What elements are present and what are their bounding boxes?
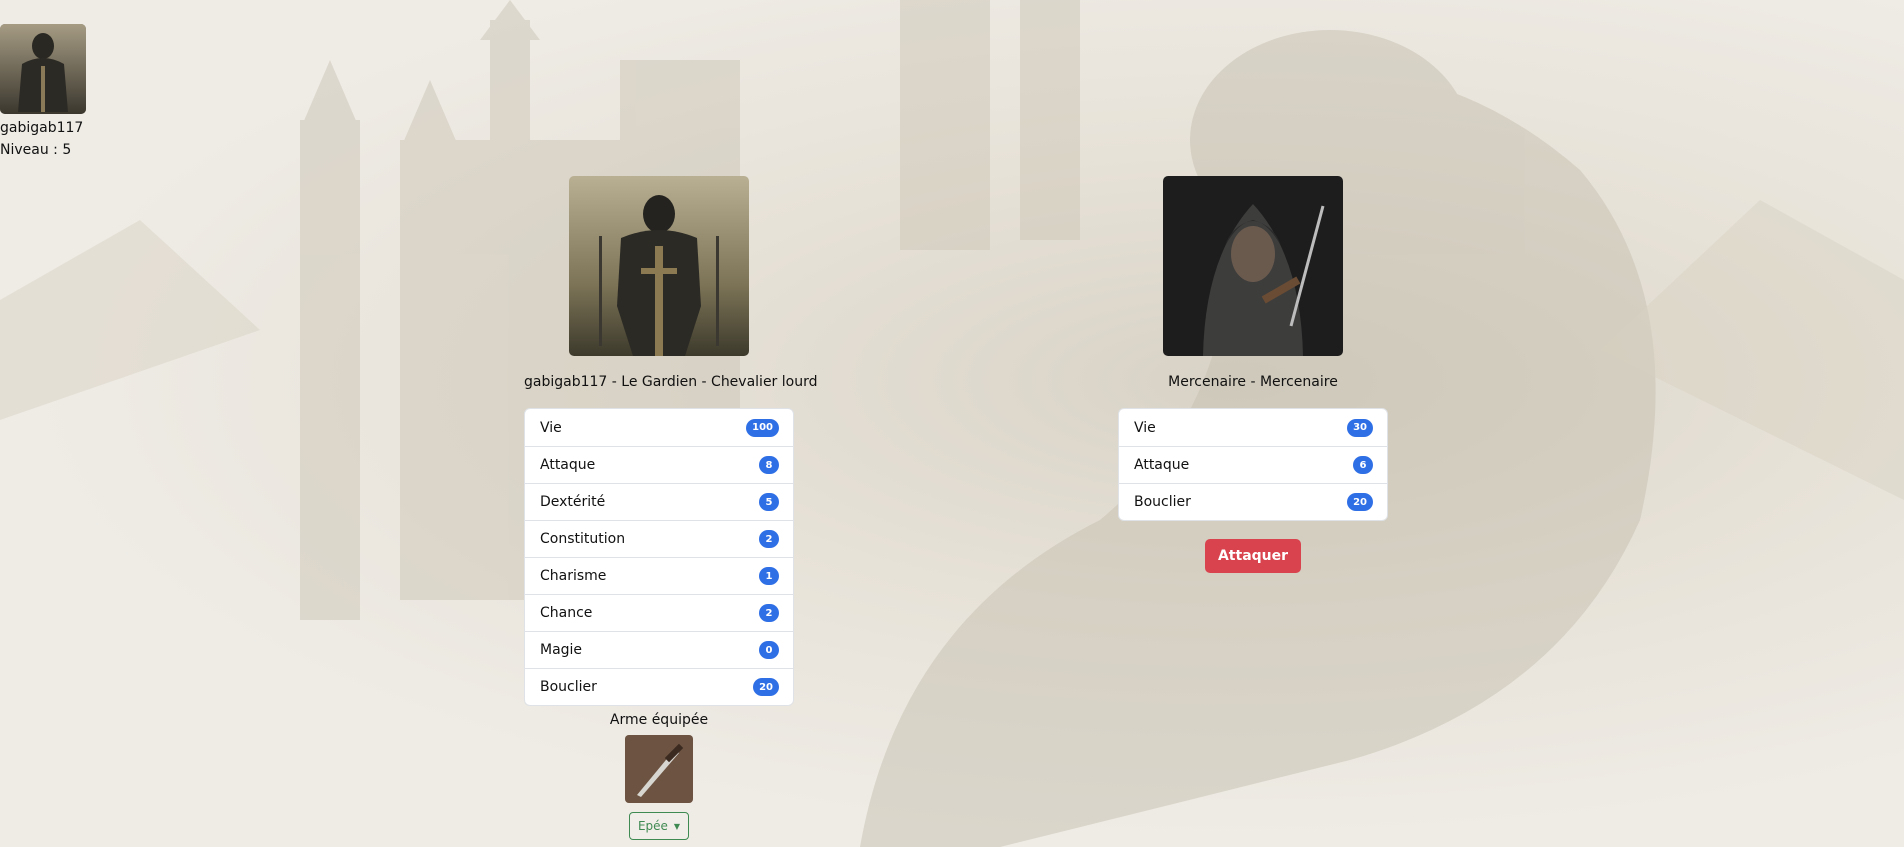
background-castle-image <box>0 0 1904 847</box>
stat-value-badge: 100 <box>746 418 779 437</box>
stat-label: Attaque <box>1134 457 1190 473</box>
weapon-selected-label: Epée <box>637 819 668 833</box>
stat-value-badge: 2 <box>759 604 779 622</box>
user-profile-card: gabigab117 Niveau : 5 <box>0 24 86 158</box>
weapon-image <box>625 735 693 803</box>
player-title: gabigab117 - Le Gardien - Chevalier lour… <box>524 374 818 390</box>
player-stat-constitution: Constitution 2 <box>525 520 793 557</box>
player-portrait <box>569 176 749 356</box>
player-panel: gabigab117 - Le Gardien - Chevalier lour… <box>524 176 818 840</box>
stat-value-badge: 20 <box>753 678 779 696</box>
stat-label: Attaque <box>540 457 596 473</box>
enemy-title: Mercenaire - Mercenaire <box>1168 374 1338 390</box>
stat-value-badge: 30 <box>1347 418 1373 437</box>
player-stats-list: Vie 100 Attaque 8 Dextérité 5 Constitution 2… <box>524 408 794 706</box>
user-name: gabigab117 <box>0 120 84 136</box>
attack-button[interactable]: Attaquer <box>1204 539 1302 573</box>
enemy-stat-attaque: Attaque 6 <box>1119 446 1387 483</box>
stat-label: Charisme <box>540 568 607 584</box>
enemy-stat-vie: Vie 30 <box>1119 409 1387 446</box>
player-stat-chance: Chance 2 <box>525 594 793 631</box>
enemy-stat-bouclier: Bouclier 20 <box>1119 483 1387 520</box>
enemy-panel: Mercenaire - Mercenaire Vie 30 Attaque 6 B… <box>1118 176 1388 573</box>
stat-label: Vie <box>540 419 562 436</box>
stat-value-badge: 6 <box>1353 456 1373 474</box>
player-stat-charisme: Charisme 1 <box>525 557 793 594</box>
user-level: Niveau : 5 <box>0 142 72 158</box>
enemy-stats-list: Vie 30 Attaque 6 Bouclier 20 <box>1118 408 1388 521</box>
stat-value-badge: 0 <box>759 641 779 659</box>
stat-value-badge: 1 <box>759 567 779 585</box>
stat-label: Dextérité <box>540 494 606 510</box>
stat-value-badge: 8 <box>759 456 779 474</box>
player-stat-magie: Magie 0 <box>525 631 793 668</box>
player-stat-dexterite: Dextérité 5 <box>525 483 793 520</box>
stat-label: Chance <box>540 605 593 621</box>
enemy-portrait <box>1163 176 1343 356</box>
stat-label: Vie <box>1134 419 1156 436</box>
stat-value-badge: 20 <box>1347 493 1373 511</box>
player-stat-vie: Vie 100 <box>525 409 793 446</box>
equipped-weapon-heading: Arme équipée <box>609 712 709 728</box>
player-stat-attaque: Attaque 8 <box>525 446 793 483</box>
user-avatar[interactable] <box>0 24 86 114</box>
stat-value-badge: 5 <box>759 493 779 511</box>
stat-label: Bouclier <box>540 679 597 695</box>
weapon-select-dropdown[interactable]: Epée ▼ <box>628 812 690 840</box>
stat-label: Constitution <box>540 531 626 547</box>
caret-down-icon: ▼ <box>673 821 681 831</box>
stat-value-badge: 2 <box>759 530 779 548</box>
stat-label: Bouclier <box>1134 494 1191 510</box>
stat-label: Magie <box>540 642 583 658</box>
player-stat-bouclier: Bouclier 20 <box>525 668 793 705</box>
